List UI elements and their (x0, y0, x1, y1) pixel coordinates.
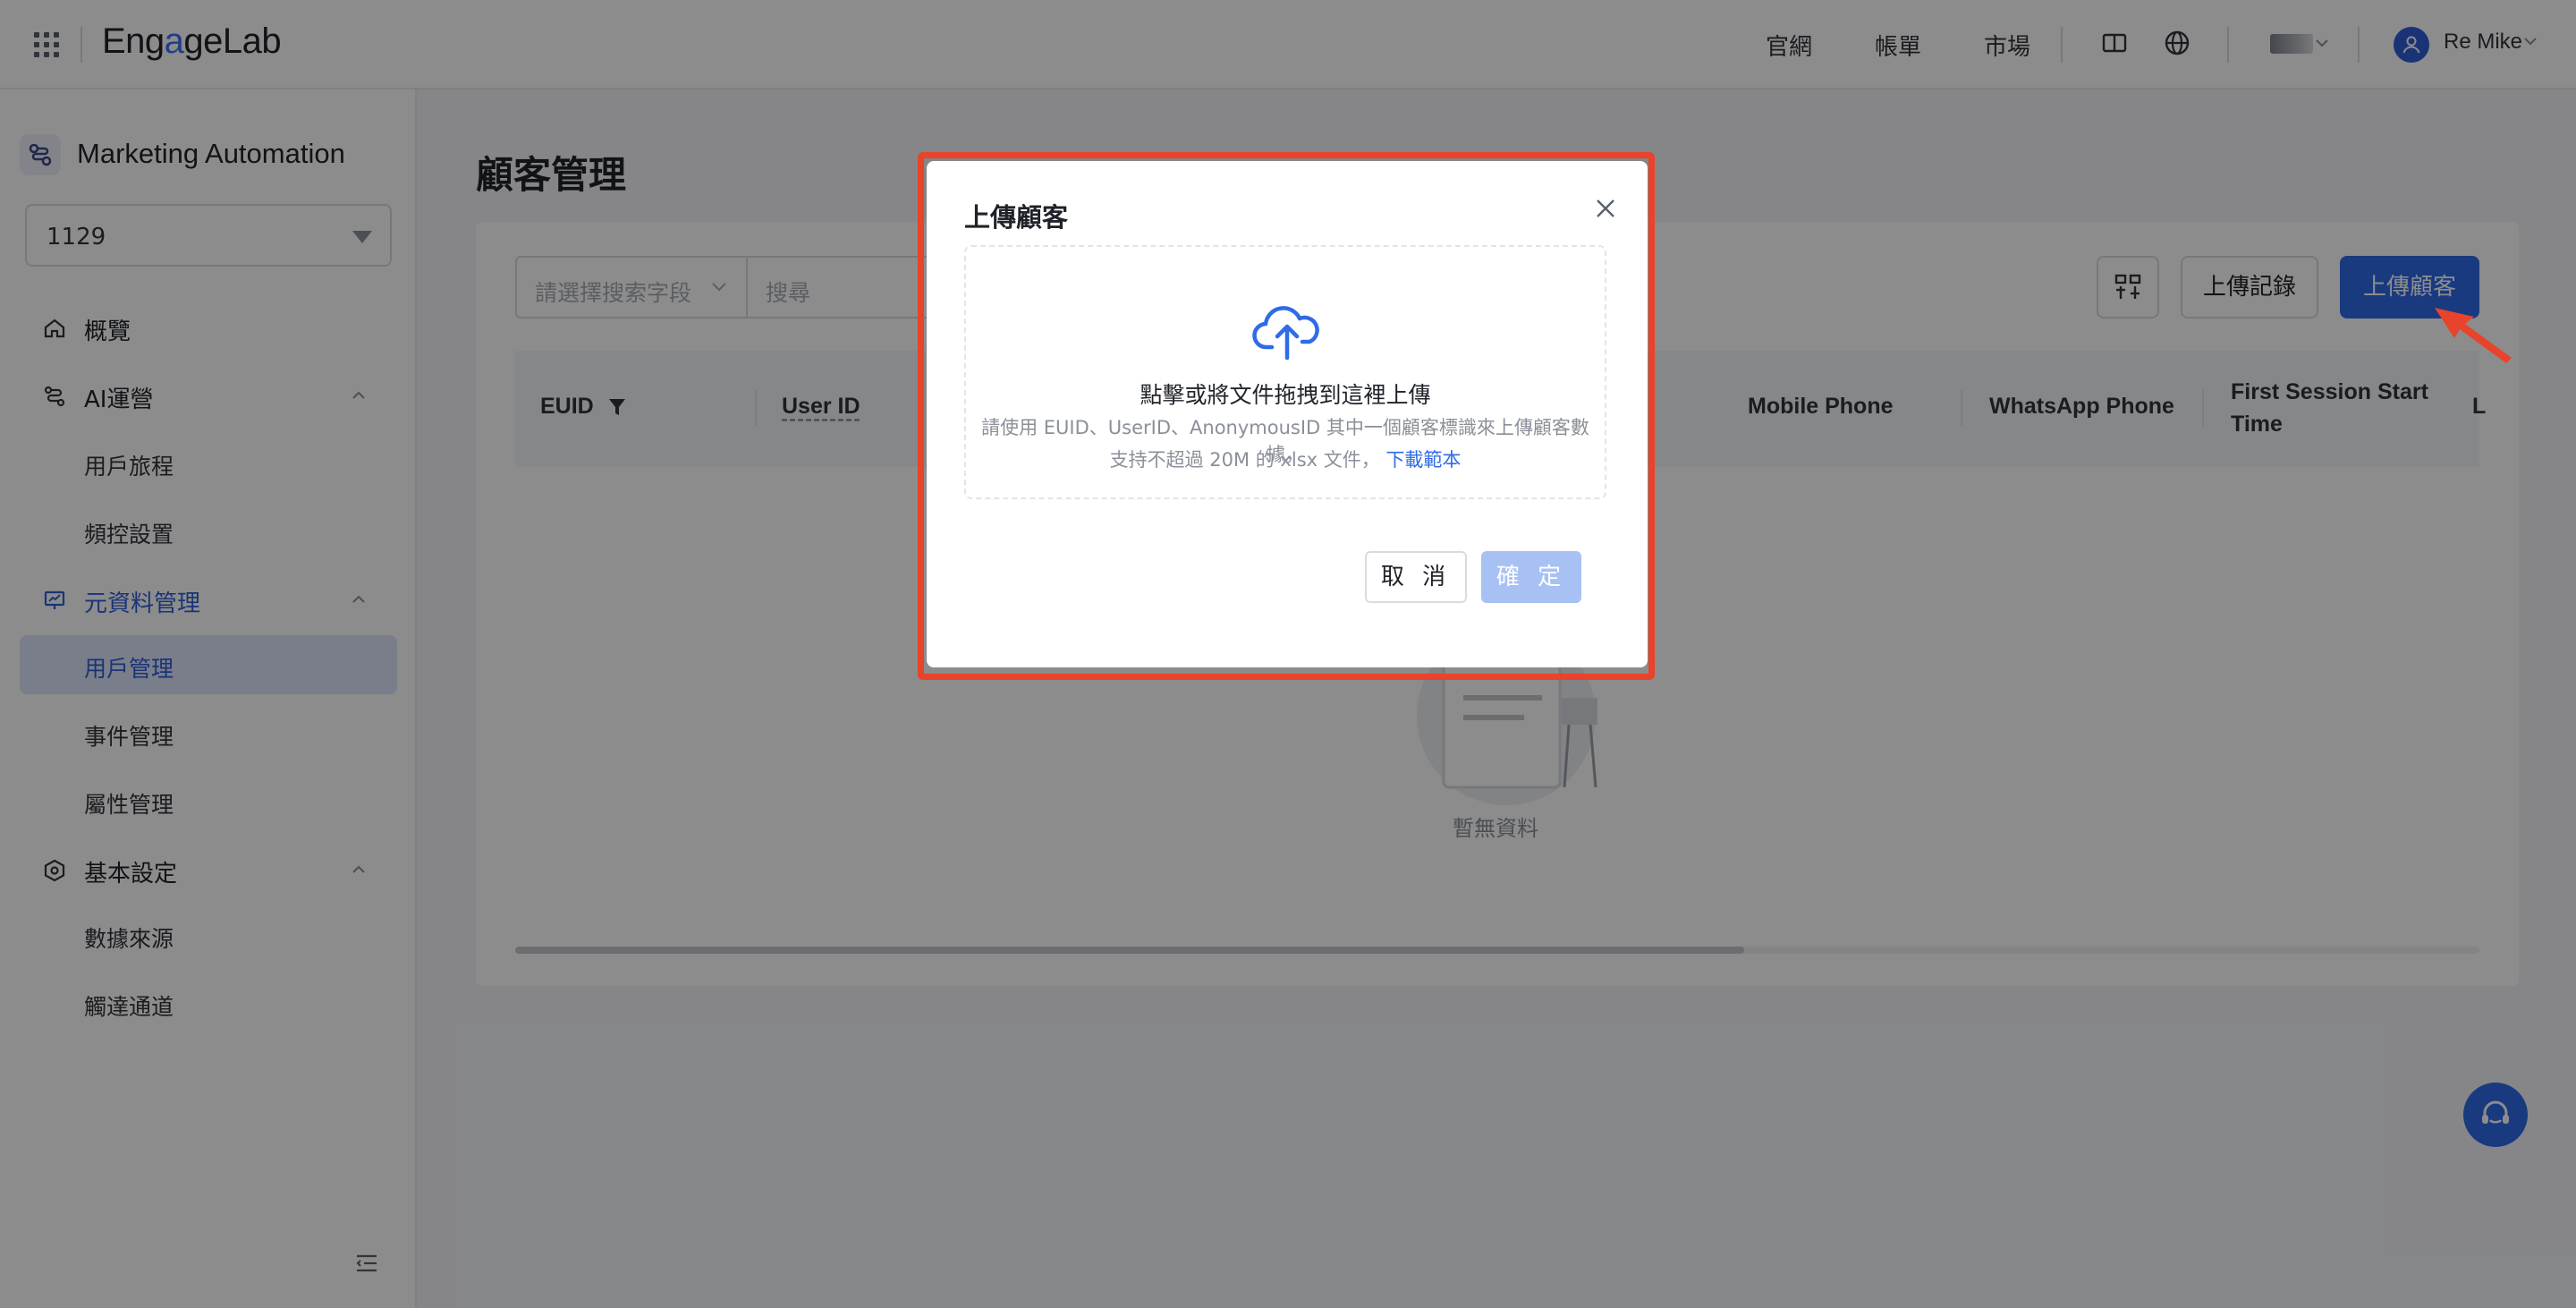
file-dropzone[interactable]: 點擊或將文件拖拽到這裡上傳 請使用 EUID、UserID、AnonymousI… (964, 245, 1606, 499)
cancel-button[interactable]: 取 消 (1365, 551, 1467, 603)
download-template-link[interactable]: 下載範本 (1385, 449, 1461, 471)
dropzone-main-text: 點擊或將文件拖拽到這裡上傳 (1140, 382, 1431, 408)
annotation-arrow-icon (2435, 308, 2512, 363)
dropzone-hint-line2: 支持不超過 20M 的 xlsx 文件， 下載範本 (966, 446, 1605, 472)
dialog-title: 上傳顧客 (964, 202, 1069, 233)
cloud-upload-icon (1252, 306, 1319, 361)
confirm-button[interactable]: 確 定 (1481, 551, 1581, 603)
upload-customers-dialog: 上傳顧客 點擊或將文件拖拽到這裡上傳 請使用 EUID、UserID、Anony… (927, 161, 1648, 667)
close-icon[interactable] (1594, 197, 1617, 220)
dropzone-hint-text: 支持不超過 20M 的 xlsx 文件， (1109, 449, 1380, 471)
